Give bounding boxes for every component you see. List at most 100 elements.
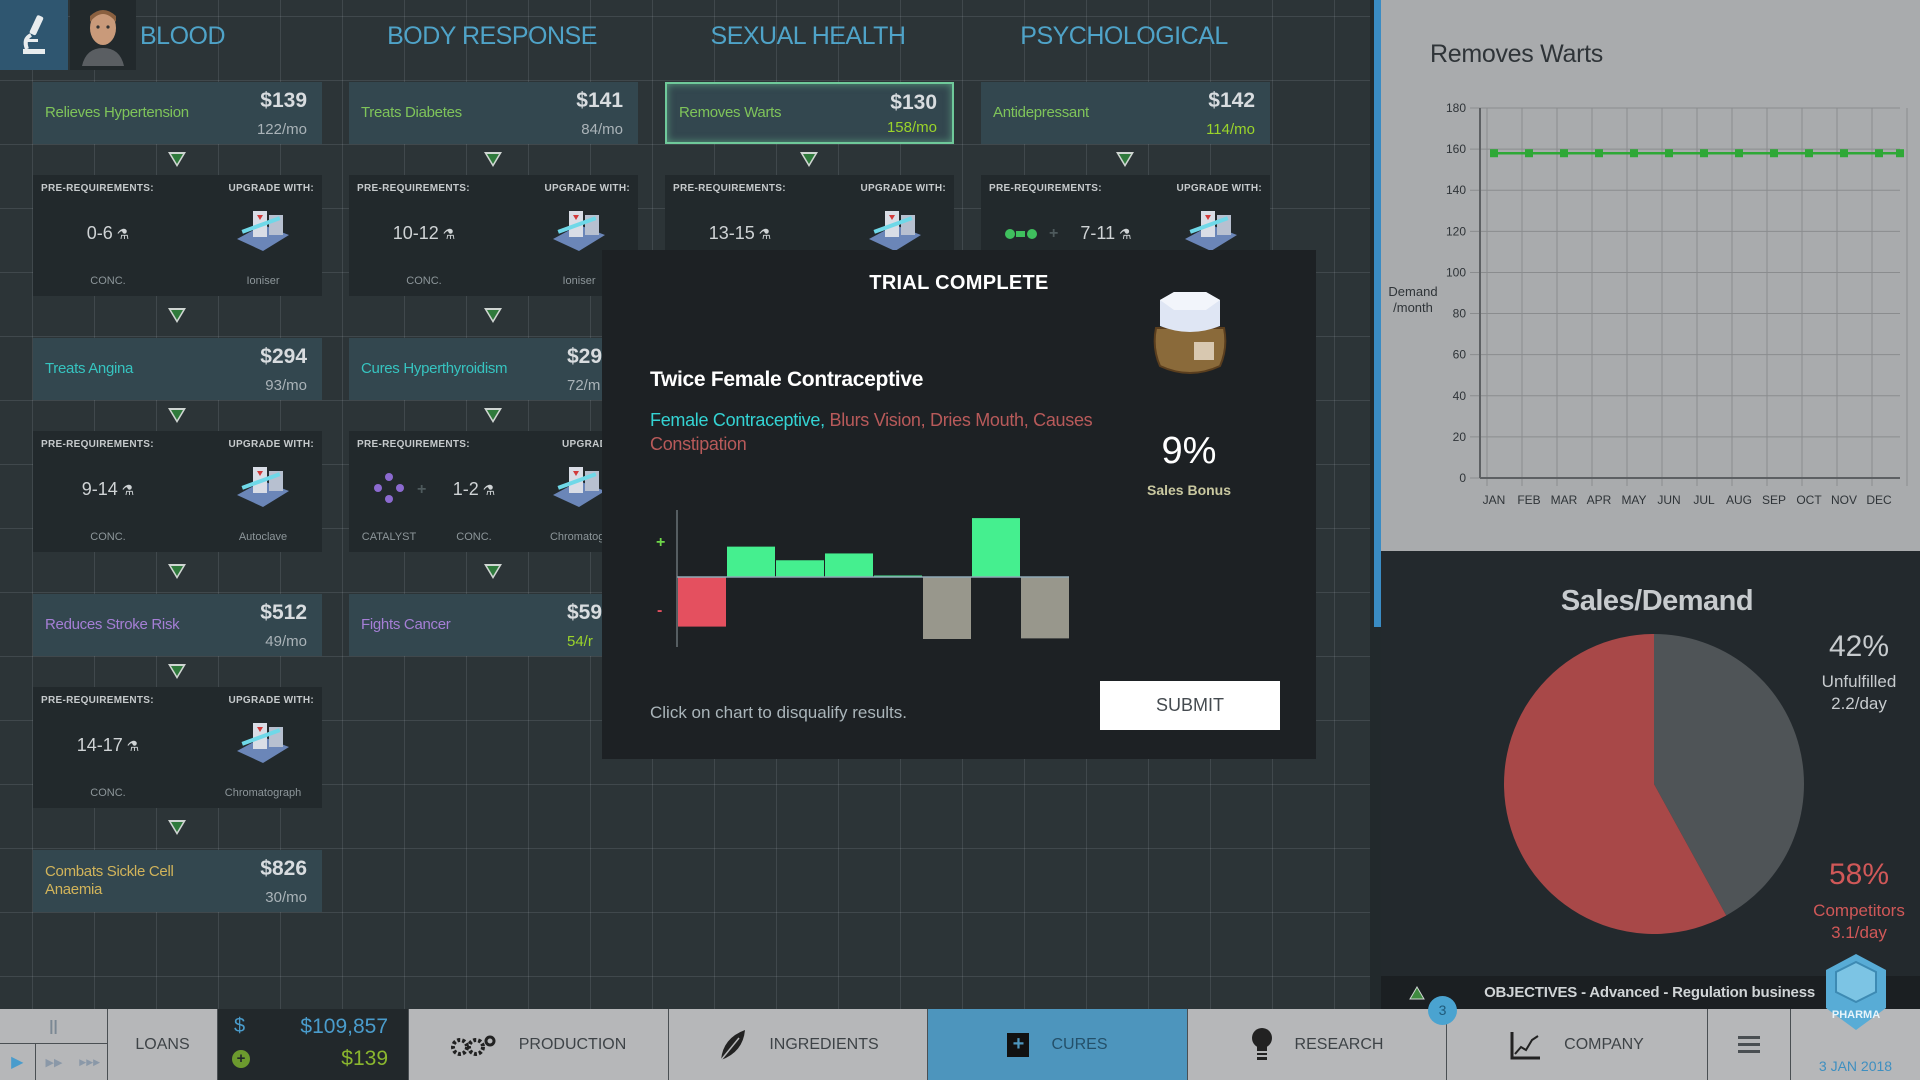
- cure-card[interactable]: Relieves Hypertension $139 122/mo: [33, 82, 322, 144]
- unfulfilled-percent: 42%: [1828, 630, 1890, 663]
- concentration-range: 9-14 ⚗: [82, 479, 134, 500]
- cure-card[interactable]: Treats Diabetes $141 84/mo: [349, 82, 638, 144]
- trial-results-chart[interactable]: +-: [642, 505, 1082, 655]
- y-tick-label: 0: [1459, 471, 1466, 485]
- trial-result-bar[interactable]: [1021, 577, 1069, 639]
- play-button[interactable]: ▶: [0, 1044, 35, 1080]
- trial-result-bar[interactable]: [972, 518, 1020, 577]
- cure-card[interactable]: Antidepressant $142 114/mo: [981, 82, 1270, 144]
- y-tick-label: 160: [1446, 142, 1466, 156]
- menu-button[interactable]: [1708, 1009, 1791, 1080]
- cure-card[interactable]: Combats Sickle Cell Anaemia $826 30/mo: [33, 850, 322, 912]
- y-tick-label: 180: [1446, 101, 1466, 115]
- pre-requirements-label: PRE-REQUIREMENTS:: [41, 183, 154, 194]
- ceo-avatar[interactable]: [70, 0, 136, 70]
- down-arrow-icon: [168, 408, 186, 423]
- money-display: $ $109,857 + $139: [218, 1009, 409, 1080]
- ingredients-tab[interactable]: INGREDIENTS: [669, 1009, 928, 1080]
- upgrade-with-label: UPGRADE WITH:: [1176, 183, 1262, 194]
- machine-icon[interactable]: [549, 205, 609, 255]
- concentration-label: CONC.: [406, 275, 442, 287]
- machine-label: Ioniser: [246, 275, 280, 287]
- concentration-range: 14-17 ⚗: [77, 735, 140, 756]
- cures-tab[interactable]: + CURES: [928, 1009, 1188, 1080]
- x-tick-label: DEC: [1866, 493, 1892, 507]
- trial-result-bar[interactable]: [825, 553, 873, 577]
- machine-icon[interactable]: [1181, 205, 1241, 255]
- catalyst-diamond-icon: [374, 473, 404, 508]
- trial-result-bar[interactable]: [923, 577, 971, 639]
- cure-demand: 114/mo: [1206, 121, 1255, 138]
- loans-button[interactable]: LOANS: [108, 1009, 218, 1080]
- flask-icon: ⚗: [438, 226, 456, 242]
- x-tick-label: AUG: [1726, 493, 1752, 507]
- plus-icon: +: [1049, 225, 1059, 242]
- y-axis-label: Demand/month: [1388, 284, 1437, 315]
- trial-result-bar[interactable]: [727, 546, 775, 577]
- trial-result-bar[interactable]: [776, 560, 824, 577]
- machine-icon[interactable]: [865, 205, 925, 255]
- cure-demand: 49/mo: [265, 633, 307, 650]
- cure-name: Fights Cancer: [361, 616, 451, 633]
- x-tick-label: MAY: [1621, 493, 1646, 507]
- svg-text:PHARMA: PHARMA: [1832, 1009, 1880, 1021]
- requirement-box: PRE-REQUIREMENTS: UPGRADE WITH: 9-14 ⚗ CONC…: [33, 431, 322, 552]
- date-label: 3 JAN 2018: [1818, 1058, 1893, 1074]
- production-tab[interactable]: PRODUCTION: [409, 1009, 669, 1080]
- research-tab[interactable]: RESEARCH: [1188, 1009, 1447, 1080]
- microscope-icon: [23, 15, 45, 54]
- cure-demand: 30/mo: [265, 889, 307, 906]
- x-tick-label: OCT: [1796, 493, 1822, 507]
- flask-icon: ⚗: [117, 482, 135, 498]
- research-microscope-button[interactable]: [0, 0, 68, 70]
- y-tick-label: 60: [1453, 348, 1467, 362]
- cure-name: Relieves Hypertension: [45, 104, 189, 121]
- trial-complete-dialog: TRIAL COMPLETE Twice Female Contraceptiv…: [602, 250, 1316, 759]
- machine-icon[interactable]: [233, 717, 293, 767]
- cure-card[interactable]: Reduces Stroke Risk $512 49/mo: [33, 594, 322, 656]
- daily-income: $139: [341, 1047, 388, 1070]
- minus-label: -: [657, 602, 662, 619]
- objectives-toggle-icon[interactable]: [1409, 986, 1425, 1000]
- column-header[interactable]: BODY RESPONSE: [387, 22, 597, 51]
- green-pill-icon: [1004, 227, 1038, 246]
- cure-card[interactable]: Cures Hyperthyroidism $29 72/m: [349, 338, 638, 400]
- competitors-percent: 58%: [1828, 858, 1890, 891]
- demand-point: [1770, 149, 1778, 158]
- lightbulb-icon: [1251, 1027, 1272, 1060]
- machine-icon[interactable]: [549, 461, 609, 511]
- cure-price: $139: [260, 89, 307, 112]
- catalyst-label: CATALYST: [361, 531, 417, 543]
- fastest-forward-icon: ▶▶▶: [79, 1056, 101, 1067]
- machine-label: Ioniser: [562, 275, 596, 287]
- concentration-value: 7-11: [1080, 223, 1116, 243]
- flask-icon: ⚗: [112, 226, 130, 242]
- y-tick-label: 140: [1446, 183, 1466, 197]
- company-tab[interactable]: COMPANY: [1447, 1009, 1708, 1080]
- pause-button[interactable]: ||: [0, 1009, 108, 1044]
- cure-card[interactable]: Removes Warts $130 158/mo: [665, 82, 954, 144]
- machine-icon[interactable]: [233, 205, 293, 255]
- trial-result-bar[interactable]: [678, 577, 726, 627]
- objectives-text: OBJECTIVES - Advanced - Regulation busin…: [1484, 984, 1815, 1001]
- cure-card[interactable]: Fights Cancer $59 54/r: [349, 594, 638, 656]
- pause-icon: ||: [49, 1017, 58, 1035]
- concentration-value: 1-2: [452, 479, 479, 499]
- submit-button[interactable]: SUBMIT: [1100, 681, 1280, 730]
- demand-point: [1875, 149, 1883, 158]
- concentration-label: CONC.: [90, 787, 126, 799]
- cure-price: $826: [260, 857, 307, 880]
- column-header[interactable]: PSYCHOLOGICAL: [1020, 22, 1228, 51]
- machine-icon[interactable]: [233, 461, 293, 511]
- cure-card[interactable]: Treats Angina $294 93/mo: [33, 338, 322, 400]
- column-header[interactable]: BLOOD: [140, 22, 226, 51]
- column-header[interactable]: SEXUAL HEALTH: [711, 22, 906, 51]
- fast-forward-button[interactable]: ▶▶: [35, 1044, 72, 1080]
- pre-requirements-label: PRE-REQUIREMENTS:: [357, 183, 470, 194]
- x-tick-label: JUN: [1657, 493, 1680, 507]
- sales-demand-panel: Sales/Demand 42% Unfulfilled 2.2/day 58%…: [1381, 551, 1920, 976]
- requirement-box: PRE-REQUIREMENTS: UPGRADE WI 1-2 ⚗ CONC. + CA…: [349, 431, 638, 552]
- fastest-forward-button[interactable]: ▶▶▶: [72, 1044, 108, 1080]
- scrollbar-thumb[interactable]: [1374, 0, 1381, 627]
- cure-price: $59: [567, 601, 603, 624]
